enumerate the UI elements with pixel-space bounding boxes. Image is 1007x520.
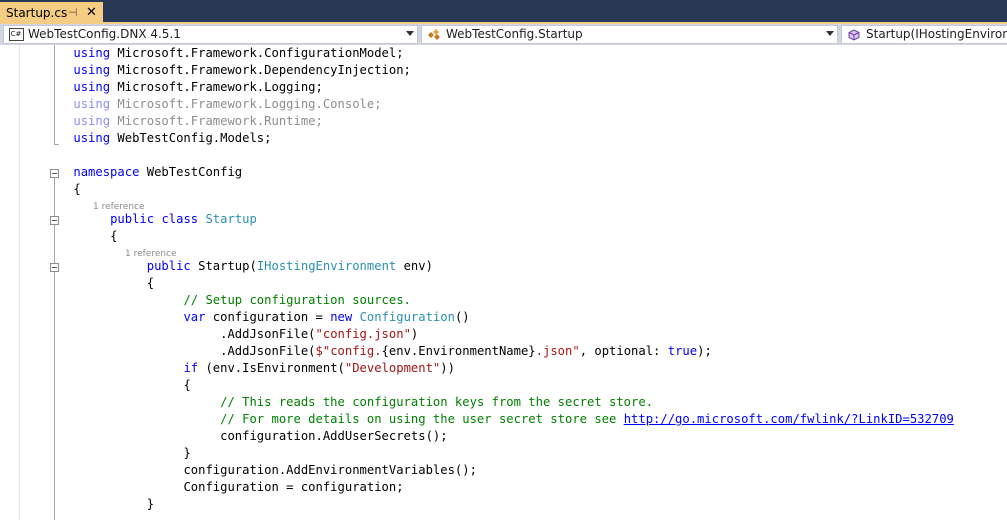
code-line: }	[183, 446, 191, 460]
code-line: // Setup configuration sources.	[183, 293, 411, 307]
code-line: public Startup(IHostingEnvironment env)	[146, 259, 433, 273]
close-icon[interactable]: ✕	[86, 2, 97, 24]
code-line: {	[183, 378, 191, 392]
navigation-bar: C# WebTestConfig.DNX 4.5.1 WebTestConfig…	[0, 24, 1007, 45]
code-line: }	[146, 497, 155, 511]
pin-icon[interactable]: ⊣	[68, 2, 78, 24]
code-line: .AddJsonFile("config.json")	[220, 327, 419, 341]
project-dropdown[interactable]: C# WebTestConfig.DNX 4.5.1	[3, 25, 418, 44]
code-line: namespace WebTestConfig	[73, 165, 243, 179]
code-line: using WebTestConfig.Models;	[73, 131, 272, 145]
code-line: .AddJsonFile($"config.{env.EnvironmentNa…	[220, 344, 712, 358]
chevron-down-icon[interactable]	[406, 31, 414, 36]
code-line: var configuration = new Configuration()	[183, 310, 470, 324]
code-editor[interactable]: using Microsoft.Framework.ConfigurationM…	[0, 45, 1007, 520]
code-line: {	[73, 182, 81, 196]
type-dropdown-value: WebTestConfig.Startup	[446, 27, 583, 41]
member-dropdown[interactable]: Startup(IHostingEnvironme	[841, 25, 1007, 44]
code-line: // This reads the configuration keys fro…	[220, 395, 654, 409]
method-icon	[846, 26, 862, 43]
code-line: if (env.IsEnvironment("Development"))	[183, 361, 455, 375]
code-line: {	[110, 229, 118, 243]
code-line: Configuration = configuration;	[183, 480, 404, 494]
project-dropdown-value: WebTestConfig.DNX 4.5.1	[28, 27, 181, 41]
fwlink-hyperlink[interactable]: http://go.microsoft.com/fwlink/?LinkID=5…	[624, 412, 954, 426]
code-line-unused: using Microsoft.Framework.Logging.Consol…	[73, 97, 382, 111]
code-line: using Microsoft.Framework.ConfigurationM…	[73, 46, 404, 60]
code-line-unused: using Microsoft.Framework.Runtime;	[73, 114, 323, 128]
member-dropdown-value: Startup(IHostingEnvironme	[866, 27, 1007, 41]
document-tab-strip: Startup.cs ⊣ ✕	[0, 0, 1007, 24]
chevron-down-icon[interactable]	[826, 31, 834, 36]
tab-title: Startup.cs	[6, 6, 68, 20]
code-line: // For more details on using the user se…	[220, 412, 954, 426]
code-line: configuration.AddUserSecrets();	[220, 429, 448, 443]
tab-startup-cs[interactable]: Startup.cs ⊣ ✕	[0, 2, 103, 24]
code-line: using Microsoft.Framework.DependencyInje…	[73, 63, 411, 77]
code-line: using Microsoft.Framework.Logging;	[73, 80, 323, 94]
type-dropdown[interactable]: WebTestConfig.Startup	[421, 25, 838, 44]
csharp-project-icon: C#	[8, 26, 24, 43]
code-line: configuration.AddEnvironmentVariables();	[183, 463, 477, 477]
code-line: {	[146, 276, 155, 290]
code-line: public class Startup	[110, 212, 257, 226]
class-icon	[426, 26, 442, 43]
